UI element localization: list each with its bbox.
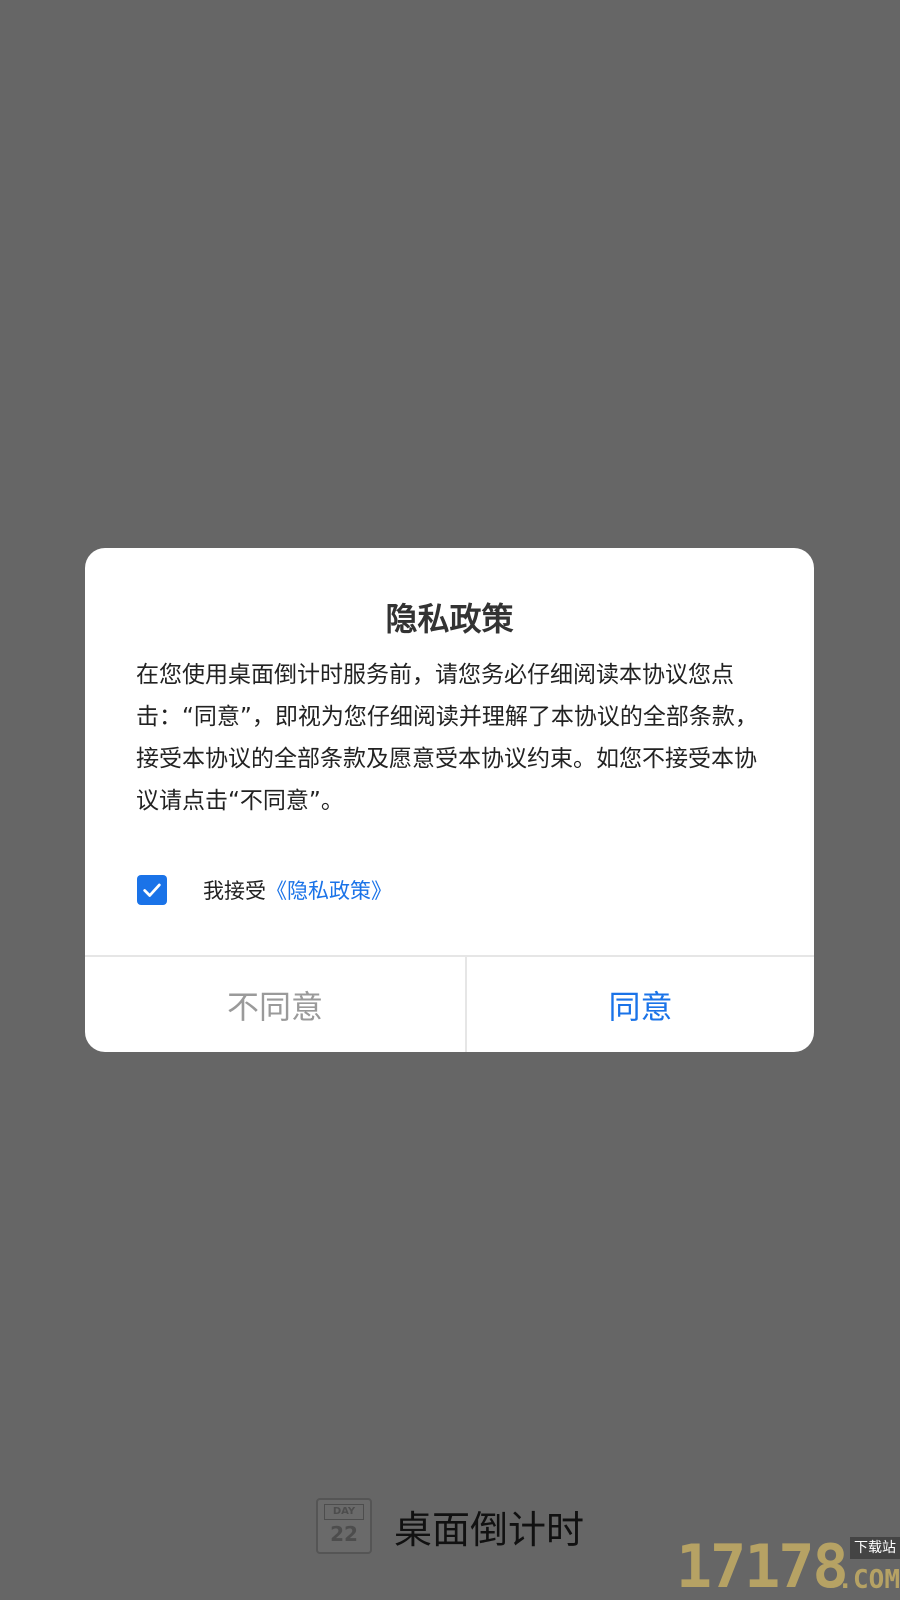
app-name: 桌面倒计时 — [393, 1507, 584, 1552]
watermark-digits: 17178 — [676, 1532, 849, 1602]
app-logo-icon: DAY 22 — [315, 1498, 372, 1554]
dialog-body-text: 在您使用桌面倒计时服务前，请您务必仔细阅读本协议您点击：“同意”，即视为您仔细阅… — [136, 662, 758, 814]
consent-label: 我接受 — [203, 879, 266, 903]
consent-row: 我接受 《隐私政策》 — [137, 874, 392, 906]
disagree-button[interactable]: 不同意 — [85, 957, 465, 1052]
dialog-title: 隐私政策 — [385, 600, 514, 638]
agree-button[interactable]: 同意 — [467, 957, 814, 1052]
site-watermark: 17178 下载站 .COM — [676, 1535, 900, 1600]
watermark-suffix: .COM — [837, 1565, 900, 1595]
privacy-dialog: 隐私政策 在您使用桌面倒计时服务前，请您务必仔细阅读本协议您点击：“同意”，即视… — [85, 548, 814, 1052]
consent-checkbox[interactable] — [137, 875, 167, 905]
app-logo-number: 22 — [330, 1522, 358, 1546]
privacy-policy-link[interactable]: 《隐私政策》 — [266, 875, 392, 905]
check-icon — [143, 883, 161, 897]
watermark-badge: 下载站 — [850, 1537, 900, 1559]
app-logo-label: DAY — [323, 1504, 364, 1520]
